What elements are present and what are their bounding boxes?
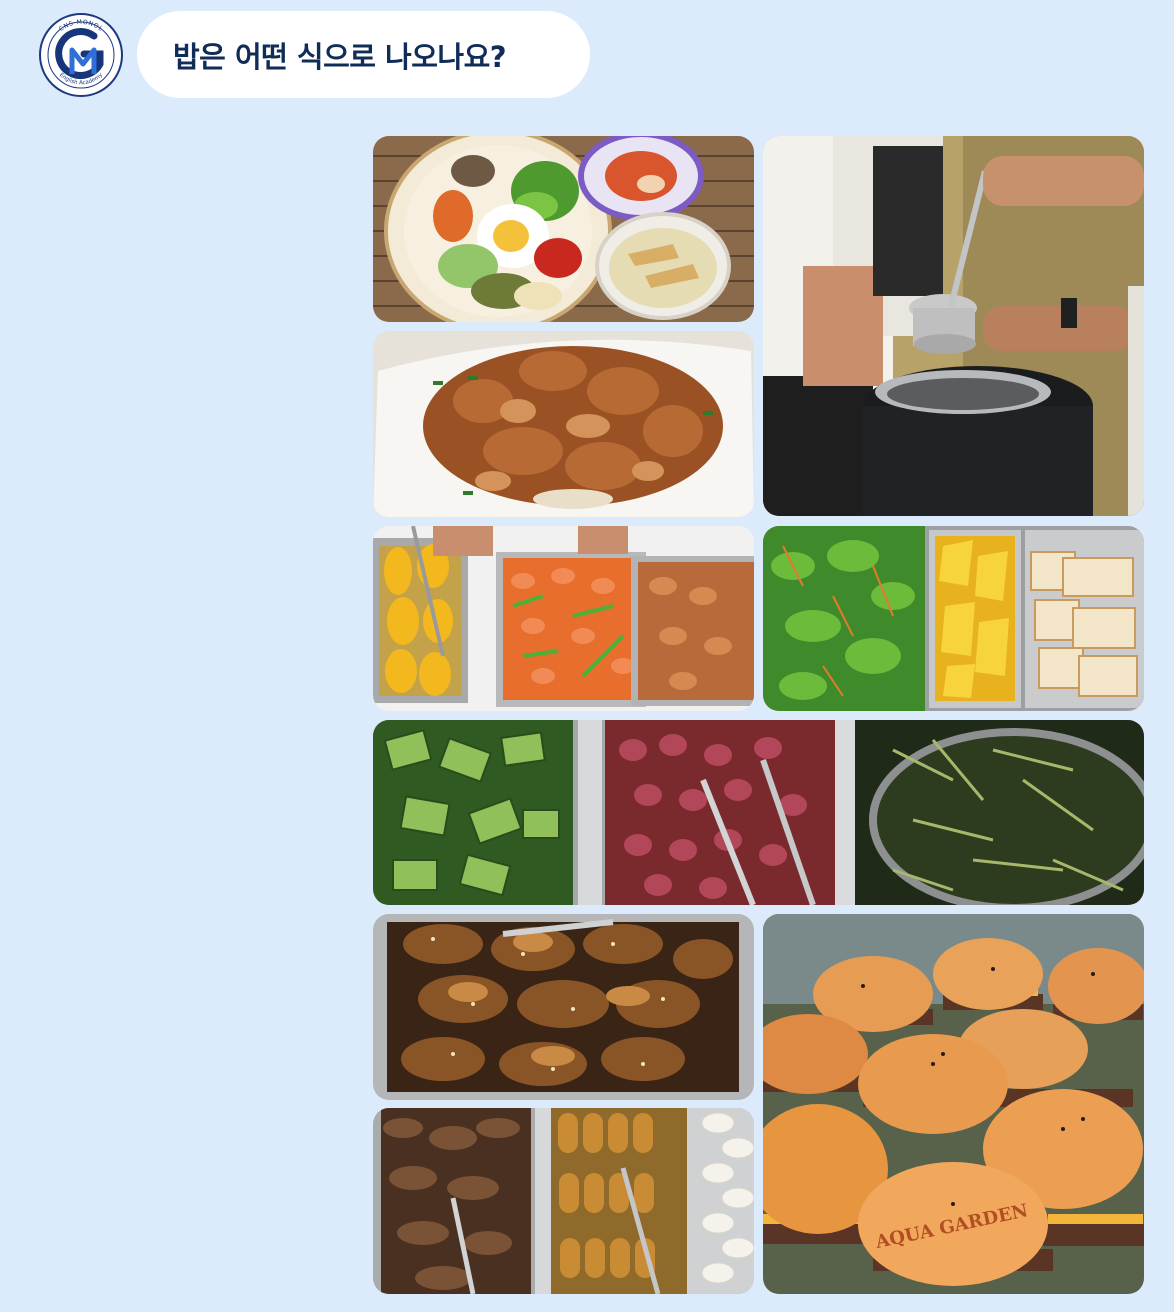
soup-ladle-photo (763, 136, 1144, 516)
buffet-salad-photo (763, 526, 1144, 711)
question-text: 밥은 어떤 식으로 나오나요? (173, 39, 507, 74)
buffet-sides-photo (373, 720, 1144, 905)
grilled-chicken-photo (373, 914, 754, 1100)
buffet-shrimp-photo (373, 526, 754, 711)
beef-sausage-photo (373, 1108, 754, 1294)
spicy-pork-photo (373, 331, 754, 517)
bibimbap-photo (373, 136, 754, 322)
question-bubble: 밥은 어떤 식으로 나오나요? (137, 11, 590, 98)
academy-logo: CNS-MONOL English Academy (38, 12, 124, 98)
burgers-photo: AQUA GARDEN (763, 914, 1144, 1294)
